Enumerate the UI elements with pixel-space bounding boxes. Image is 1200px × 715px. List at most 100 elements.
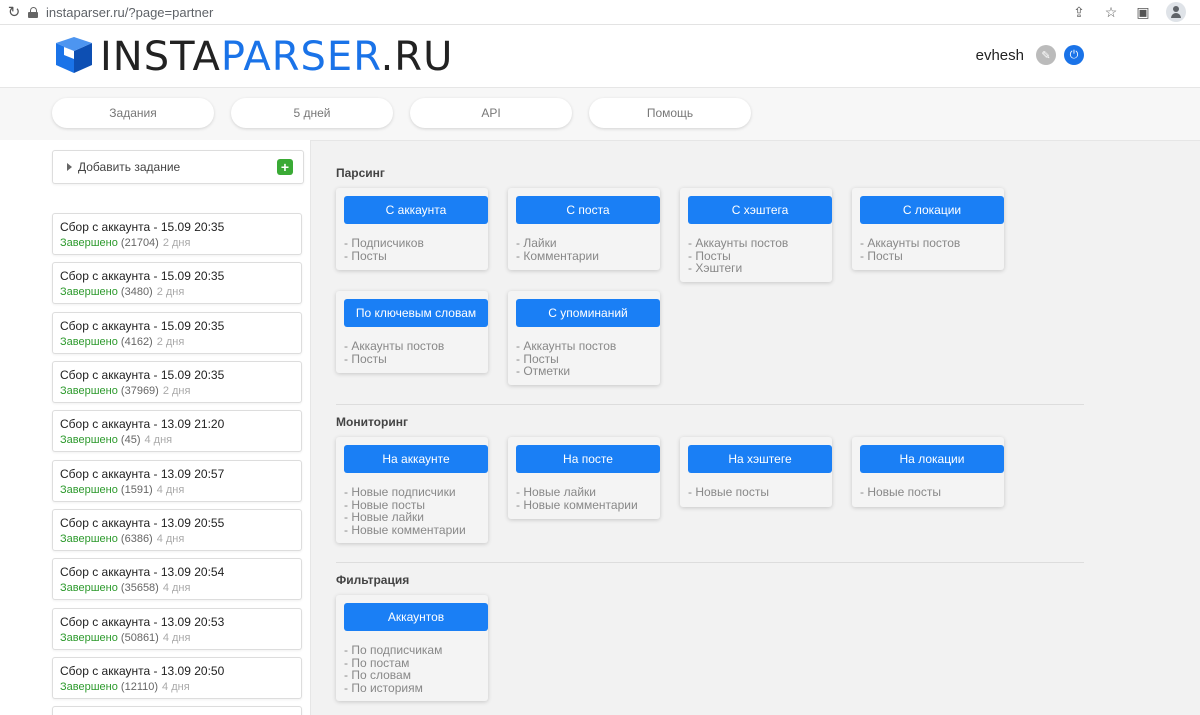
monitor-location-button[interactable]: На локации	[860, 445, 1004, 473]
power-icon[interactable]: ⏻	[1064, 45, 1084, 65]
task-count: (4162)	[120, 336, 153, 348]
section-title-parsing: Парсинг	[336, 166, 385, 180]
card-item: - Аккаунты постов	[344, 339, 445, 353]
username: evhesh	[975, 46, 1024, 64]
card-item: - Новые лайки	[516, 485, 597, 499]
task-item[interactable]	[52, 706, 302, 715]
task-age: 2 дня	[156, 336, 185, 348]
card-item: - Новые лайки	[344, 510, 425, 524]
card-item: - Подписчиков	[344, 236, 424, 250]
address-bar[interactable]: instaparser.ru/?page=partner	[28, 5, 1070, 20]
task-item[interactable]: Сбор с аккаунта - 13.09 20:54 Завершено …	[52, 558, 302, 600]
filter-accounts-button[interactable]: Аккаунтов	[344, 603, 488, 631]
card-parse-keywords: По ключевым словам - Аккаунты постов - П…	[336, 291, 488, 373]
main-content: Парсинг С аккаунта - Подписчиков - Посты…	[311, 140, 1200, 715]
card-parse-mentions: С упоминаний - Аккаунты постов - Посты -…	[508, 291, 660, 385]
card-item: - Новые комментарии	[516, 497, 638, 512]
task-item[interactable]: Сбор с аккаунта - 13.09 21:20 Завершено …	[52, 410, 302, 452]
logo[interactable]: INSTAPARSER.RU	[52, 37, 453, 77]
task-status: Завершено	[60, 286, 118, 298]
task-count: (45)	[120, 434, 141, 446]
card-monitor-location: На локации - Новые посты	[852, 437, 1004, 507]
task-count: (35658)	[120, 582, 159, 594]
task-title: Сбор с аккаунта - 13.09 20:50	[60, 664, 225, 678]
task-status: Завершено	[60, 385, 118, 397]
logo-text-part3: .RU	[380, 34, 454, 80]
card-item: - По словам	[344, 668, 411, 682]
parse-location-button[interactable]: С локации	[860, 196, 1004, 224]
task-item[interactable]: Сбор с аккаунта - 15.09 20:35 Завершено …	[52, 312, 302, 354]
card-parse-location: С локации - Аккаунты постов - Посты	[852, 188, 1004, 270]
task-title: Сбор с аккаунта - 15.09 20:35	[60, 368, 225, 382]
tab-tasks[interactable]: Задания	[52, 98, 214, 128]
star-icon[interactable]: ☆	[1102, 3, 1120, 21]
profile-icon[interactable]	[1166, 2, 1186, 22]
sidepanel-icon[interactable]: ▣	[1134, 3, 1152, 21]
edit-icon[interactable]: ✎	[1036, 45, 1056, 65]
tab-help[interactable]: Помощь	[589, 98, 751, 128]
monitor-account-button[interactable]: На аккаунте	[344, 445, 488, 473]
task-item[interactable]: Сбор с аккаунта - 13.09 20:55 Завершено …	[52, 509, 302, 551]
plus-icon[interactable]: +	[277, 159, 293, 175]
card-item: - Посты	[860, 248, 903, 263]
tab-api[interactable]: API	[410, 98, 572, 128]
logo-cube-icon	[56, 37, 92, 73]
task-status: Завершено	[60, 434, 118, 446]
task-age: 4 дня	[162, 632, 191, 644]
task-age: 4 дня	[162, 582, 191, 594]
task-status: Завершено	[60, 533, 118, 545]
task-item[interactable]: Сбор с аккаунта - 15.09 20:35 Завершено …	[52, 262, 302, 304]
task-title: Сбор с аккаунта - 15.09 20:35	[60, 220, 225, 234]
logo-text-part1: INSTA	[100, 34, 221, 80]
parse-account-button[interactable]: С аккаунта	[344, 196, 488, 224]
monitor-hashtag-button[interactable]: На хэштеге	[688, 445, 832, 473]
task-item[interactable]: Сбор с аккаунта - 13.09 20:57 Завершено …	[52, 460, 302, 502]
task-item[interactable]: Сбор с аккаунта - 15.09 20:35 Завершено …	[52, 213, 302, 255]
task-status: Завершено	[60, 632, 118, 644]
card-item: - Посты	[344, 351, 387, 366]
card-parse-post: С поста - Лайки - Комментарии	[508, 188, 660, 270]
caret-right-icon	[67, 163, 72, 171]
task-count: (6386)	[120, 533, 153, 545]
task-title: Сбор с аккаунта - 13.09 20:57	[60, 467, 225, 481]
card-parse-account: С аккаунта - Подписчиков - Посты	[336, 188, 488, 270]
section-divider	[336, 562, 1084, 563]
task-status: Завершено	[60, 681, 118, 693]
task-item[interactable]: Сбор с аккаунта - 15.09 20:35 Завершено …	[52, 361, 302, 403]
card-item: - Посты	[344, 248, 387, 263]
add-task-button[interactable]: Добавить задание +	[52, 150, 304, 184]
task-item[interactable]: Сбор с аккаунта - 13.09 20:53 Завершено …	[52, 608, 302, 650]
sidebar: Добавить задание + Сбор с аккаунта - 15.…	[0, 140, 311, 715]
card-item: - Аккаунты постов	[688, 236, 789, 250]
task-title: Сбор с аккаунта - 13.09 20:54	[60, 565, 225, 579]
card-item: - Аккаунты постов	[860, 236, 961, 250]
add-task-label: Добавить задание	[78, 160, 181, 174]
tab-days[interactable]: 5 дней	[231, 98, 393, 128]
url-text[interactable]: instaparser.ru/?page=partner	[46, 5, 213, 20]
share-icon[interactable]: ⇪	[1070, 3, 1088, 21]
parse-post-button[interactable]: С поста	[516, 196, 660, 224]
task-age: 2 дня	[162, 385, 191, 397]
parse-hashtag-button[interactable]: С хэштега	[688, 196, 832, 224]
task-age: 2 дня	[156, 286, 185, 298]
card-item: - Комментарии	[516, 248, 599, 263]
task-count: (50861)	[120, 632, 159, 644]
card-parse-hashtag: С хэштега - Аккаунты постов - Посты - Хэ…	[680, 188, 832, 282]
card-item: - Хэштеги	[688, 261, 743, 275]
card-monitor-post: На посте - Новые лайки - Новые комментар…	[508, 437, 660, 519]
task-item[interactable]: Сбор с аккаунта - 13.09 20:50 Завершено …	[52, 657, 302, 699]
task-title: Сбор с аккаунта - 15.09 20:35	[60, 319, 225, 333]
monitor-post-button[interactable]: На посте	[516, 445, 660, 473]
logo-text-part2: PARSER	[220, 34, 381, 80]
task-status: Завершено	[60, 484, 118, 496]
task-status: Завершено	[60, 336, 118, 348]
card-item: - Новые посты	[688, 485, 769, 499]
card-item: - Аккаунты постов	[516, 339, 617, 353]
task-age: 4 дня	[162, 681, 190, 693]
task-title: Сбор с аккаунта - 15.09 20:35	[60, 269, 225, 283]
reload-icon[interactable]: ↻	[0, 3, 28, 21]
task-status: Завершено	[60, 237, 118, 249]
parse-mentions-button[interactable]: С упоминаний	[516, 299, 660, 327]
parse-keywords-button[interactable]: По ключевым словам	[344, 299, 488, 327]
section-title-monitoring: Мониторинг	[336, 415, 408, 429]
